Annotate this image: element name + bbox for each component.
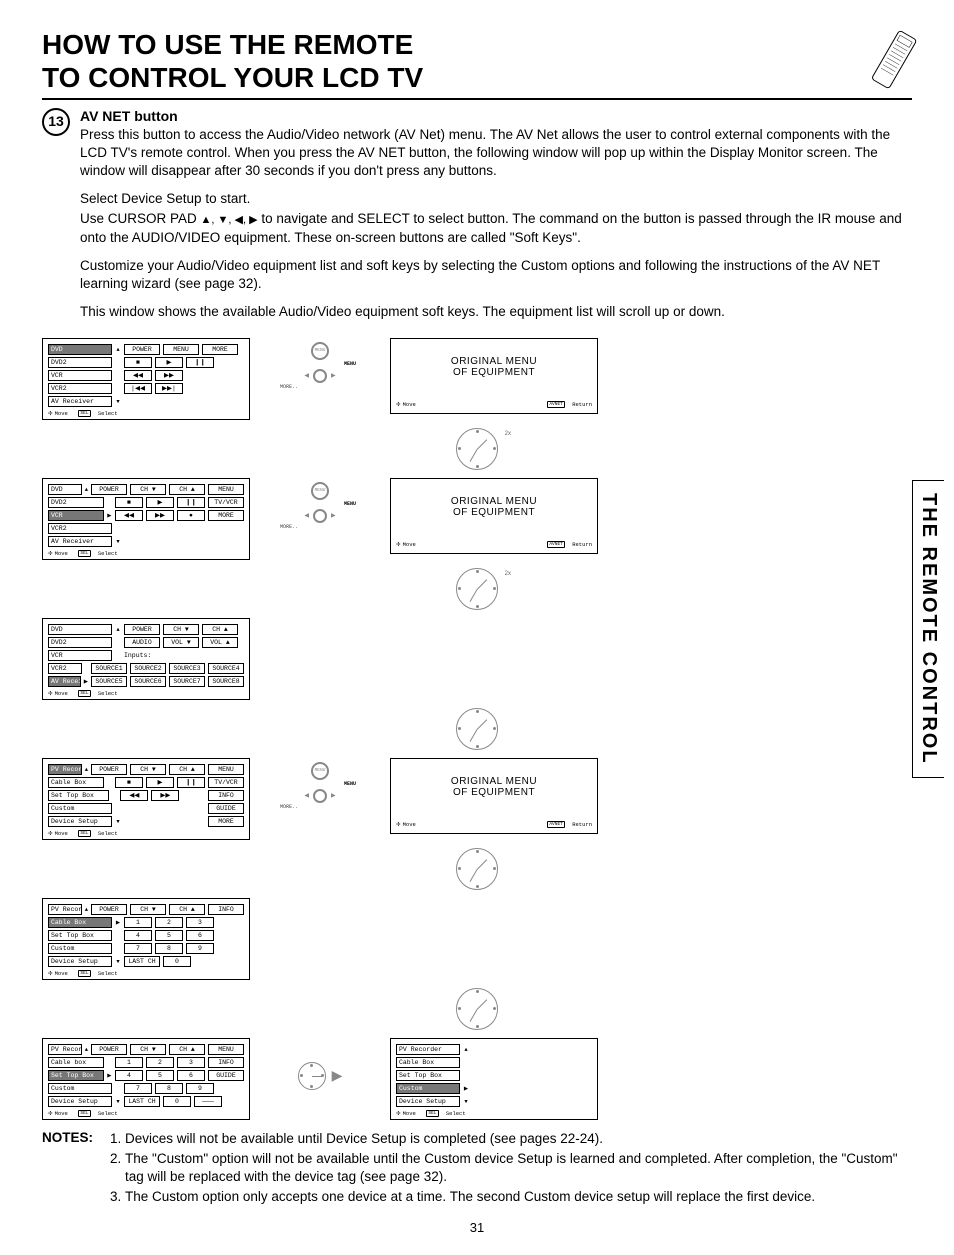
paragraph-3: Use CURSOR PAD ▲, ▼, ◀, ▶ to navigate an… — [80, 210, 912, 246]
cursor-arrows: ▲, ▼, ◀, ▶ — [201, 214, 258, 226]
osd-panel-5: PV Recorder▲POWERCH ▼CH ▲INFO Cable Box▶… — [42, 898, 250, 980]
menu-button-icon: MENU — [311, 342, 329, 360]
page-title-line1: HOW TO USE THE REMOTE — [42, 30, 912, 61]
notes-block: NOTES: Devices will not be available unt… — [42, 1130, 912, 1209]
note-3: The Custom option only accepts one devic… — [125, 1188, 912, 1206]
osd-panel-4: PV Recorder▲POWERCH ▼CH ▲MENU Cable Box■… — [42, 758, 250, 840]
nav-cluster-1: MENU MENU ◀▶ MORE.. — [280, 338, 360, 390]
section-heading: AV NET button — [80, 108, 912, 124]
page-number: 31 — [42, 1220, 912, 1235]
side-tab: THE REMOTE CONTROL — [912, 480, 944, 778]
original-menu-box-4: ORIGINAL MENUOF EQUIPMENT ✢MoveAVNET Ret… — [390, 758, 598, 834]
step-number: 13 — [42, 108, 70, 136]
step-clock-4 — [456, 848, 498, 890]
original-menu-box-1: ORIGINAL MENUOF EQUIPMENT ✢MoveAVNET Ret… — [390, 338, 598, 414]
paragraph-4: Customize your Audio/Video equipment lis… — [80, 257, 912, 293]
paragraph-5: This window shows the available Audio/Vi… — [80, 303, 912, 321]
osd-panel-1: DVD▲POWERMENUMORE DVD2■▶❙❙ VCR◀◀▶▶ VCR2|… — [42, 338, 250, 420]
nav-cluster-2: MENU MENU ◀▶ MORE.. — [280, 478, 360, 530]
nav-cluster-4: MENU MENU ◀▶ MORE.. — [280, 758, 360, 810]
paragraph-2: Select Device Setup to start. — [80, 190, 912, 208]
right-arrow-icon: ▶ — [280, 1038, 360, 1090]
note-1: Devices will not be available until Devi… — [125, 1130, 912, 1148]
osd-panel-6: PV Recorder▲POWERCH ▼CH ▲MENU Cable box1… — [42, 1038, 250, 1120]
page-title-line2: TO CONTROL YOUR LCD TV — [42, 63, 912, 94]
step-clock-2: 2x — [456, 568, 498, 610]
title-rule — [42, 98, 912, 100]
osd-panel-3: DVD▲POWERCH ▼CH ▲ DVD2AUDIOVOL ▼VOL ▲ VC… — [42, 618, 250, 700]
notes-label: NOTES: — [42, 1130, 93, 1209]
step-clock-5 — [456, 988, 498, 1030]
original-menu-box-2: ORIGINAL MENUOF EQUIPMENT ✢MoveAVNET Ret… — [390, 478, 598, 554]
osd-panel-2: DVD▲POWERCH ▼CH ▲MENU DVD2■▶❙❙TV/VCR VCR… — [42, 478, 250, 560]
step-clock-1: 2x — [456, 428, 498, 470]
paragraph-1: Press this button to access the Audio/Vi… — [80, 126, 912, 181]
step-clock-3 — [456, 708, 498, 750]
note-2: The "Custom" option will not be availabl… — [125, 1150, 912, 1186]
osd-panel-6-right: PV Recorder▲ Cable Box Set Top Box Custo… — [390, 1038, 598, 1120]
